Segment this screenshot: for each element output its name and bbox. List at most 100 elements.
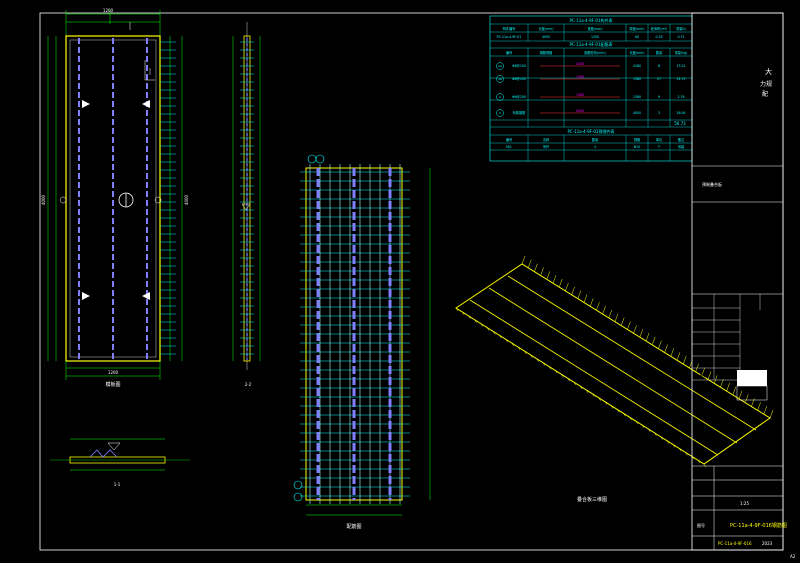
t3-header: 单位 (656, 137, 663, 142)
t2-n: 8 (658, 64, 660, 68)
t3-cell: 吊环 (543, 145, 549, 149)
company-line2: 力规 (760, 80, 772, 88)
t1-header: 构件编号 (503, 26, 516, 31)
t3-cell: 吊装 (678, 144, 685, 149)
rebar-callout (307, 154, 317, 164)
t1-cell: 60 (635, 35, 639, 39)
t1-header: 厚度(mm) (629, 26, 644, 31)
t2-header: 长度(mm) (629, 50, 644, 55)
plan-title: 模板图 (105, 381, 120, 388)
sign-col-label: 日期 (767, 296, 773, 301)
t2-len: 4180 (633, 64, 641, 68)
drawing-no: PC-11a-4-9F-016 (718, 541, 752, 546)
t2-total: 56.73 (674, 121, 686, 126)
rebar-callout (315, 154, 325, 164)
t2-shape-len: 1380 (576, 93, 584, 97)
lift-marker (82, 292, 90, 300)
t2-header: 编号 (506, 50, 512, 55)
axo-title: 叠合板三维图 (577, 496, 607, 503)
t1-header: 宽度(mm) (587, 26, 602, 31)
t2-header: 数量 (656, 50, 663, 55)
t2-n: 27 (657, 77, 661, 81)
section-1-1: 1-1 (50, 438, 190, 487)
sign-row-label: 暖通 (700, 373, 707, 378)
plan-height-right: 4000 (184, 194, 189, 205)
plan-width-bottom: 1200 (108, 370, 119, 375)
t2-id: 3 (499, 111, 501, 115)
t2-w: 14.72 (676, 77, 685, 81)
t2-n: 3 (658, 111, 660, 115)
t1-cell: 0.29 (655, 35, 662, 39)
sheet-value: PC-11a-4-9F-016钢筋图 (730, 522, 787, 529)
table-block: PC-11a-4-9F-01构件表 构件编号 长度(mm) 宽度(mm) 厚度(mm)… (489, 15, 693, 162)
t2-spec: 桁架钢筋 (513, 110, 526, 115)
t2-spec: Φ8@200 (512, 77, 526, 81)
t2-spec: Φ6@200 (512, 95, 526, 99)
sheet-label: 图号 (697, 522, 705, 528)
t2-len: 1380 (633, 95, 641, 99)
drawing-canvas: 1200 4000 4000 1200 模板图 2-2 1-1 配筋图 叠合板三… (39, 8, 796, 559)
t3-cell: Φ10 (634, 145, 641, 149)
scale-label: 1:25 (740, 501, 749, 506)
t2-w: 2.76 (677, 95, 684, 99)
t2-row: 1a Φ8@150 4180 4180 8 13.21 (496, 62, 686, 70)
rebar-view: 配筋图 (293, 154, 431, 530)
t1-cell: 1200 (591, 35, 599, 39)
t2-shape-len: 4000 (576, 109, 584, 113)
title-block: 大 力规 配 预制叠合板 会签专业建筑结构给排水电气暖通 签名 日期 1:25 PC… (691, 12, 796, 559)
plan-view: 1200 4000 4000 1200 模板图 (41, 8, 189, 388)
t3-header: 备注 (678, 137, 685, 142)
sign-row-label: 给排水 (698, 349, 708, 354)
company-line3: 配 (762, 91, 768, 98)
t3-cell: 个 (657, 145, 661, 149)
sign-row-label: 专业 (700, 313, 706, 318)
sign-col-label: 签名 (724, 296, 730, 301)
t3-title: PC-11a-4-9F-01预埋件表 (568, 128, 615, 134)
t1-cell: 0.72 (677, 35, 684, 39)
t1-cell: 4000 (542, 35, 550, 39)
t2-row: 2 Φ6@200 1380 1380 9 2.76 (496, 93, 685, 101)
t2-w: 13.21 (676, 64, 685, 68)
t1-header: 重量(t) (676, 26, 686, 31)
section-1-1-label: 1-1 (114, 482, 121, 487)
t2-id: 1b (498, 77, 502, 81)
section-2-2-label: 2-2 (245, 382, 252, 387)
sign-row-label: 建筑 (700, 325, 707, 330)
plan-width-top: 1200 (103, 8, 114, 13)
t2-shape-len: 1380 (576, 75, 584, 79)
company-line1: 大 (765, 67, 772, 76)
t2-row: 1b Φ8@200 1380 1380 27 14.72 (496, 75, 686, 83)
t3-header: 规格 (634, 137, 641, 142)
t2-header: 钢筋形状(mm) (584, 50, 605, 55)
sign-row-label: 结构 (700, 337, 706, 342)
t2-n: 9 (658, 95, 660, 99)
t1-header: 长度(mm) (538, 26, 553, 31)
sign-row-label: 会签 (700, 301, 707, 306)
t2-w: 26.04 (676, 111, 685, 115)
lift-marker (82, 100, 90, 108)
t1-header: 砼体积(m³) (651, 26, 667, 31)
t3-header: 数量 (592, 137, 599, 142)
t2-len: 4000 (633, 111, 641, 115)
t2-shape-len: 4180 (576, 62, 584, 66)
sheet-border (39, 12, 784, 551)
t2-spec: Φ8@150 (512, 64, 526, 68)
rebar-title: 配筋图 (346, 523, 361, 530)
t3-header: 名称 (543, 137, 550, 142)
t1-cell: PC-11a-4-9F-01 (497, 35, 522, 39)
plan-height-left: 4000 (41, 194, 46, 205)
t1-title: PC-11a-4-9F-01构件表 (570, 17, 613, 23)
t2-title: PC-11a-4-9F-01配筋表 (570, 41, 613, 47)
rebar-callout (293, 492, 303, 502)
t2-len: 1380 (633, 77, 641, 81)
t2-id: 2 (499, 95, 501, 99)
t3-cell: 4 (594, 145, 596, 149)
rebar-callout (293, 480, 303, 490)
t3-cell: MJ1 (506, 145, 512, 149)
t2-header: 钢筋规格 (540, 50, 554, 55)
project-label: 预制叠合板 (702, 181, 722, 187)
page-mark: A2 (790, 554, 796, 559)
t3-header: 编号 (506, 137, 512, 142)
t2-row: 3 桁架钢筋 4000 4000 3 26.04 (496, 109, 686, 117)
sign-row-label: 电气 (700, 361, 707, 366)
